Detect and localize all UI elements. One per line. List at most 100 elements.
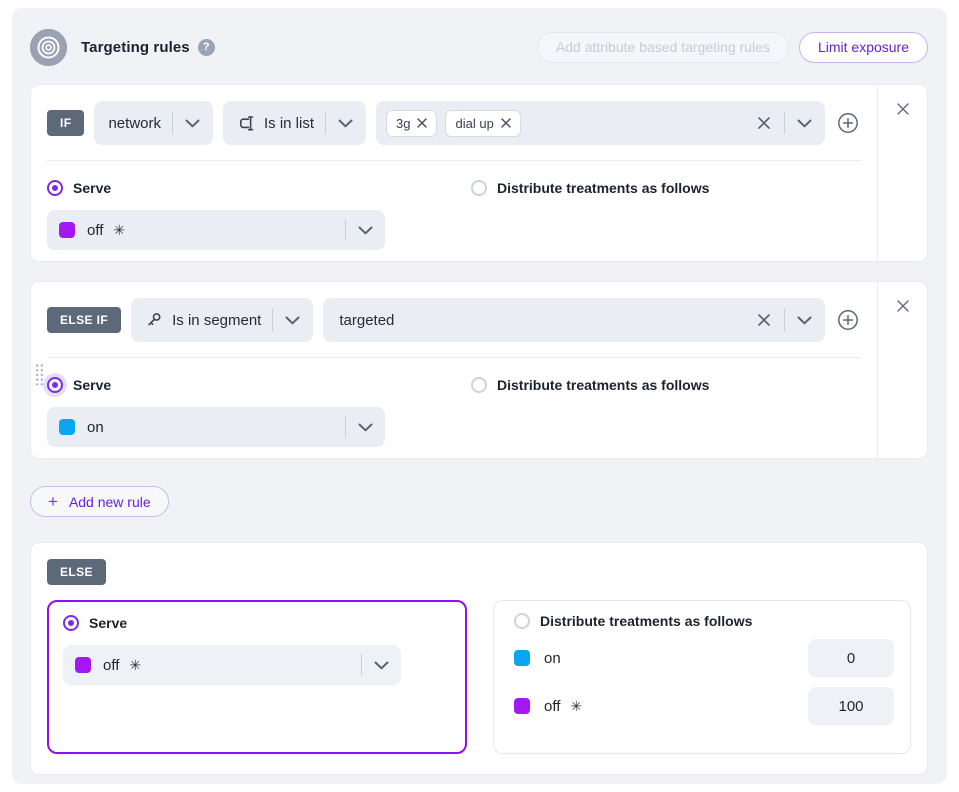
treatment-color-swatch	[59, 222, 75, 238]
rule-if-serve-row: Serve Distribute treatments as follows	[47, 161, 861, 196]
value-tag-label: dial up	[455, 116, 493, 131]
chevron-down-icon	[793, 119, 816, 128]
delete-rule-button[interactable]	[895, 101, 911, 117]
divider	[345, 416, 346, 438]
distribute-row: off ✳	[514, 687, 894, 725]
divider	[784, 309, 785, 331]
else-distribute-panel[interactable]: Distribute treatments as follows on off …	[493, 600, 911, 754]
divider	[345, 219, 346, 241]
radio-unselected-icon[interactable]	[471, 377, 487, 393]
chevron-down-icon	[181, 119, 204, 128]
default-treatment-icon: ✳	[113, 222, 125, 239]
radio-unselected-icon[interactable]	[471, 180, 487, 196]
string-matcher-icon	[237, 115, 256, 132]
default-treatment-icon: ✳	[570, 698, 582, 715]
attribute-select[interactable]: network	[94, 101, 213, 145]
treatment-select[interactable]: off ✳	[63, 645, 401, 685]
rule-else-if-side	[878, 282, 927, 458]
matcher-select[interactable]: Is in list	[223, 101, 366, 145]
default-treatment-icon: ✳	[129, 657, 141, 674]
value-tag-label: 3g	[396, 116, 410, 131]
distribute-option[interactable]: Distribute treatments as follows	[514, 613, 894, 629]
serve-option[interactable]: Serve	[47, 377, 471, 393]
attribute-select-value: network	[108, 115, 161, 132]
distribute-label: Distribute treatments as follows	[497, 180, 709, 196]
divider	[784, 112, 785, 134]
rule-else-if-condition-row: ELSE IF Is in segment	[47, 294, 861, 358]
distribute-label: Distribute treatments as follows	[497, 377, 709, 393]
treatment-select[interactable]: on	[47, 407, 385, 447]
value-tag: 3g	[386, 110, 437, 137]
rule-else-if-serve-row: Serve Distribute treatments as follows	[47, 358, 861, 393]
serve-option[interactable]: Serve	[63, 615, 451, 631]
divider	[325, 112, 326, 134]
remove-tag-icon[interactable]	[417, 118, 427, 128]
add-attribute-rules-button[interactable]: Add attribute based targeting rules	[537, 32, 789, 63]
else-if-badge: ELSE IF	[47, 307, 121, 333]
chevron-down-icon	[334, 119, 357, 128]
else-grid: Serve off ✳ Distribute treatments as fol	[47, 600, 911, 754]
chevron-down-icon	[281, 316, 304, 325]
matcher-select[interactable]: Is in segment	[131, 298, 313, 342]
toolbar-actions: Add attribute based targeting rules Limi…	[537, 32, 928, 63]
treatment-name: off	[544, 698, 560, 715]
serve-option[interactable]: Serve	[47, 180, 471, 196]
toolbar: Targeting rules ? Add attribute based ta…	[30, 28, 928, 66]
radio-selected-icon[interactable]	[47, 180, 63, 196]
limit-exposure-button[interactable]: Limit exposure	[799, 32, 928, 63]
targeting-rules-panel: Targeting rules ? Add attribute based ta…	[12, 8, 947, 784]
treatment-name: off	[103, 657, 119, 674]
rule-if-main: IF network Is in list	[31, 85, 878, 261]
radio-selected-icon[interactable]	[63, 615, 79, 631]
target-icon	[30, 29, 67, 66]
radio-unselected-icon[interactable]	[514, 613, 530, 629]
rule-if-condition-row: IF network Is in list	[47, 97, 861, 161]
serve-label: Serve	[73, 377, 111, 393]
matcher-select-value: Is in segment	[172, 312, 261, 329]
add-condition-button[interactable]	[835, 110, 861, 136]
segment-key-icon	[145, 311, 163, 329]
distribute-label: Distribute treatments as follows	[540, 613, 752, 629]
treatment-color-swatch	[59, 419, 75, 435]
clear-segment-icon[interactable]	[755, 311, 773, 329]
if-badge: IF	[47, 110, 84, 136]
treatment-select[interactable]: off ✳	[47, 210, 385, 250]
else-serve-panel[interactable]: Serve off ✳	[47, 600, 467, 754]
else-badge: ELSE	[47, 559, 106, 585]
add-condition-button[interactable]	[835, 307, 861, 333]
treatment-color-swatch	[75, 657, 91, 673]
divider	[272, 309, 273, 331]
remove-tag-icon[interactable]	[501, 118, 511, 128]
treatment-color-swatch	[514, 650, 530, 666]
help-icon[interactable]: ?	[198, 39, 215, 56]
treatment-name: off	[87, 222, 103, 239]
distribute-row: on	[514, 639, 894, 677]
chevron-down-icon	[793, 316, 816, 325]
values-multiselect[interactable]: 3g dial up	[376, 101, 825, 145]
rule-else-if-main: ELSE IF Is in segment	[31, 282, 878, 458]
segment-select-value: targeted	[339, 312, 394, 329]
radio-selected-icon[interactable]	[47, 377, 63, 393]
divider	[172, 112, 173, 134]
distribute-option[interactable]: Distribute treatments as follows	[471, 377, 709, 393]
serve-label: Serve	[73, 180, 111, 196]
delete-rule-button[interactable]	[895, 298, 911, 314]
rule-card-else-if: ELSE IF Is in segment	[30, 281, 928, 459]
add-new-rule-button[interactable]: + Add new rule	[30, 486, 169, 517]
chevron-down-icon	[354, 423, 377, 432]
else-card: ELSE Serve off ✳	[30, 542, 928, 775]
treatment-percent-input[interactable]	[808, 687, 894, 725]
chevron-down-icon	[354, 226, 377, 235]
treatment-name: on	[544, 650, 561, 667]
clear-values-icon[interactable]	[755, 114, 773, 132]
serve-label: Serve	[89, 615, 127, 631]
matcher-select-value: Is in list	[264, 115, 314, 132]
chevron-down-icon	[370, 661, 393, 670]
page-title: Targeting rules	[81, 39, 190, 56]
treatment-percent-input[interactable]	[808, 639, 894, 677]
rule-if-side	[878, 85, 927, 261]
segment-select[interactable]: targeted	[323, 298, 825, 342]
plus-icon: +	[48, 493, 58, 510]
drag-handle[interactable]	[35, 363, 44, 387]
distribute-option[interactable]: Distribute treatments as follows	[471, 180, 709, 196]
